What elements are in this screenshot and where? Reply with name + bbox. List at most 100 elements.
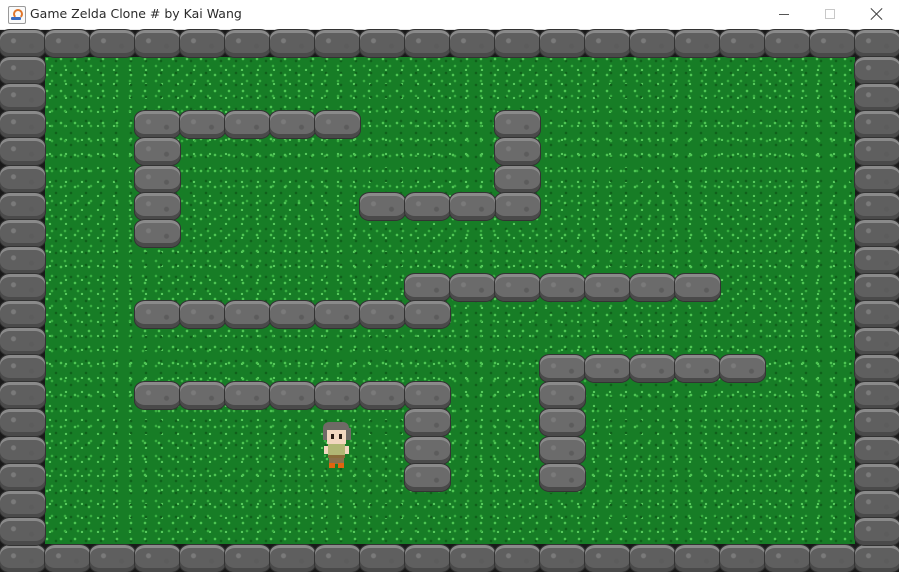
wall-rock <box>405 301 450 328</box>
wall-rock <box>585 274 630 301</box>
wall-rock <box>315 301 360 328</box>
border-rock <box>720 30 765 57</box>
wall-rock <box>450 193 495 220</box>
player-eye-right <box>339 434 342 439</box>
wall-rock <box>360 382 405 409</box>
border-rock <box>675 30 720 57</box>
wall-rock <box>135 220 180 247</box>
border-rock <box>675 545 720 572</box>
minimize-icon <box>779 14 789 15</box>
wall-rock <box>135 166 180 193</box>
border-rock <box>225 545 270 572</box>
border-rock <box>855 57 899 84</box>
border-rock <box>0 57 45 84</box>
wall-rock <box>495 111 540 138</box>
border-rock <box>855 382 899 409</box>
maximize-icon <box>825 9 835 19</box>
border-rock <box>855 274 899 301</box>
wall-rock <box>585 355 630 382</box>
player-face <box>327 430 346 444</box>
border-rock <box>0 220 45 247</box>
wall-rock <box>225 111 270 138</box>
border-rock <box>0 545 45 572</box>
wall-rock <box>180 301 225 328</box>
wall-rock <box>495 138 540 165</box>
wall-rock <box>315 111 360 138</box>
border-rock <box>855 84 899 111</box>
border-rock <box>0 409 45 436</box>
border-rock <box>495 545 540 572</box>
border-rock <box>225 30 270 57</box>
wall-rock <box>225 301 270 328</box>
maximize-button[interactable] <box>807 0 853 29</box>
wall-rock <box>315 382 360 409</box>
wall-rock <box>225 382 270 409</box>
border-rock <box>855 518 899 545</box>
wall-rock <box>540 274 585 301</box>
border-rock <box>765 30 810 57</box>
border-rock <box>270 30 315 57</box>
border-rock <box>0 247 45 274</box>
border-rock <box>855 247 899 274</box>
title-bar[interactable]: Game Zelda Clone # by Kai Wang <box>0 0 899 30</box>
wall-rock <box>495 193 540 220</box>
border-rock <box>360 545 405 572</box>
wall-rock <box>540 355 585 382</box>
border-rock <box>0 491 45 518</box>
border-rock <box>0 84 45 111</box>
wall-rock <box>360 301 405 328</box>
border-rock <box>855 111 899 138</box>
wall-rock <box>135 301 180 328</box>
player-arm-right <box>345 446 349 454</box>
border-rock <box>45 545 90 572</box>
wall-rock <box>630 355 675 382</box>
border-rock <box>855 30 899 57</box>
player-hair-right <box>346 428 351 440</box>
border-rock <box>855 545 899 572</box>
border-rock <box>90 30 135 57</box>
border-rock <box>180 545 225 572</box>
wall-rock <box>405 193 450 220</box>
window-title: Game Zelda Clone # by Kai Wang <box>30 6 242 21</box>
close-icon <box>870 7 883 20</box>
minimize-button[interactable] <box>761 0 807 29</box>
border-rock <box>405 545 450 572</box>
wall-rock <box>135 111 180 138</box>
wall-rock <box>405 437 450 464</box>
close-button[interactable] <box>853 0 899 29</box>
border-rock <box>765 545 810 572</box>
border-rock <box>495 30 540 57</box>
wall-rock <box>630 274 675 301</box>
wall-rock <box>405 274 450 301</box>
wall-rock <box>675 274 720 301</box>
border-rock <box>540 30 585 57</box>
wall-rock <box>495 166 540 193</box>
player-shoe-left <box>329 463 335 468</box>
border-rock <box>855 464 899 491</box>
border-rock <box>0 111 45 138</box>
border-rock <box>90 545 135 572</box>
wall-rock <box>675 355 720 382</box>
player-shoe-right <box>338 463 344 468</box>
border-rock <box>540 545 585 572</box>
border-rock <box>360 30 405 57</box>
game-canvas[interactable] <box>0 30 899 572</box>
wall-rock <box>540 464 585 491</box>
border-rock <box>0 301 45 328</box>
border-rock <box>315 545 360 572</box>
border-rock <box>855 193 899 220</box>
wall-rock <box>540 437 585 464</box>
wall-rock <box>135 138 180 165</box>
border-rock <box>0 382 45 409</box>
border-rock <box>720 545 765 572</box>
border-rock <box>180 30 225 57</box>
border-rock <box>0 30 45 57</box>
border-rock <box>630 545 675 572</box>
border-rock <box>0 138 45 165</box>
wall-rock <box>450 274 495 301</box>
wall-rock <box>495 274 540 301</box>
border-rock <box>135 545 180 572</box>
border-rock <box>855 138 899 165</box>
wall-rock <box>135 382 180 409</box>
player-character <box>320 422 354 470</box>
